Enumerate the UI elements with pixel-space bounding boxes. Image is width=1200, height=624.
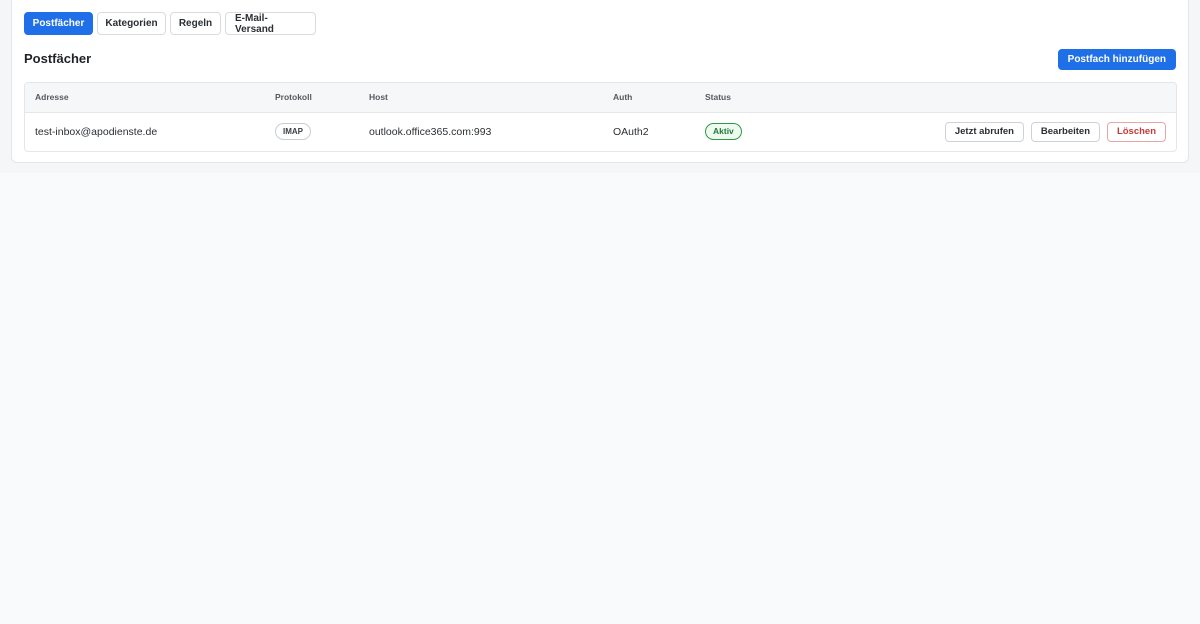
mailbox-host: outlook.office365.com:993 bbox=[369, 125, 492, 138]
row-actions: Jetzt abrufen Bearbeiten Löschen bbox=[815, 112, 1176, 151]
tab-regeln[interactable]: Regeln bbox=[170, 12, 221, 35]
column-header-address: Adresse bbox=[25, 83, 265, 113]
mailbox-auth: OAuth2 bbox=[613, 125, 649, 138]
mailbox-address: test-inbox@apodienste.de bbox=[35, 125, 158, 138]
column-header-auth: Auth bbox=[603, 83, 695, 113]
column-header-status: Status bbox=[695, 83, 815, 113]
edit-button[interactable]: Bearbeiten bbox=[1030, 121, 1101, 142]
fetch-now-button[interactable]: Jetzt abrufen bbox=[944, 121, 1024, 142]
column-header-actions bbox=[815, 83, 1176, 113]
section-title: Postfächer bbox=[24, 51, 92, 66]
delete-button[interactable]: Löschen bbox=[1106, 121, 1166, 142]
status-badge: Aktiv bbox=[705, 123, 742, 141]
add-mailbox-button[interactable]: Postfach hinzufügen bbox=[1057, 49, 1176, 70]
protocol-badge: IMAP bbox=[275, 123, 311, 141]
mailbox-settings-card: Postfächer Kategorien Regeln E-Mail-Vers… bbox=[11, 0, 1189, 163]
column-header-protocol: Protokoll bbox=[265, 83, 359, 113]
table-header-row: Adresse Protokoll Host Auth Status bbox=[25, 83, 1176, 113]
mailbox-table: Adresse Protokoll Host Auth Status test-… bbox=[24, 82, 1177, 152]
tab-email-versand[interactable]: E-Mail-Versand bbox=[225, 12, 316, 35]
tab-postfaecher[interactable]: Postfächer bbox=[24, 12, 93, 35]
column-header-host: Host bbox=[359, 83, 603, 113]
settings-tabs: Postfächer Kategorien Regeln E-Mail-Vers… bbox=[24, 12, 316, 35]
table-row: test-inbox@apodienste.de IMAP outlook.of… bbox=[25, 112, 1176, 151]
tab-kategorien[interactable]: Kategorien bbox=[97, 12, 166, 35]
